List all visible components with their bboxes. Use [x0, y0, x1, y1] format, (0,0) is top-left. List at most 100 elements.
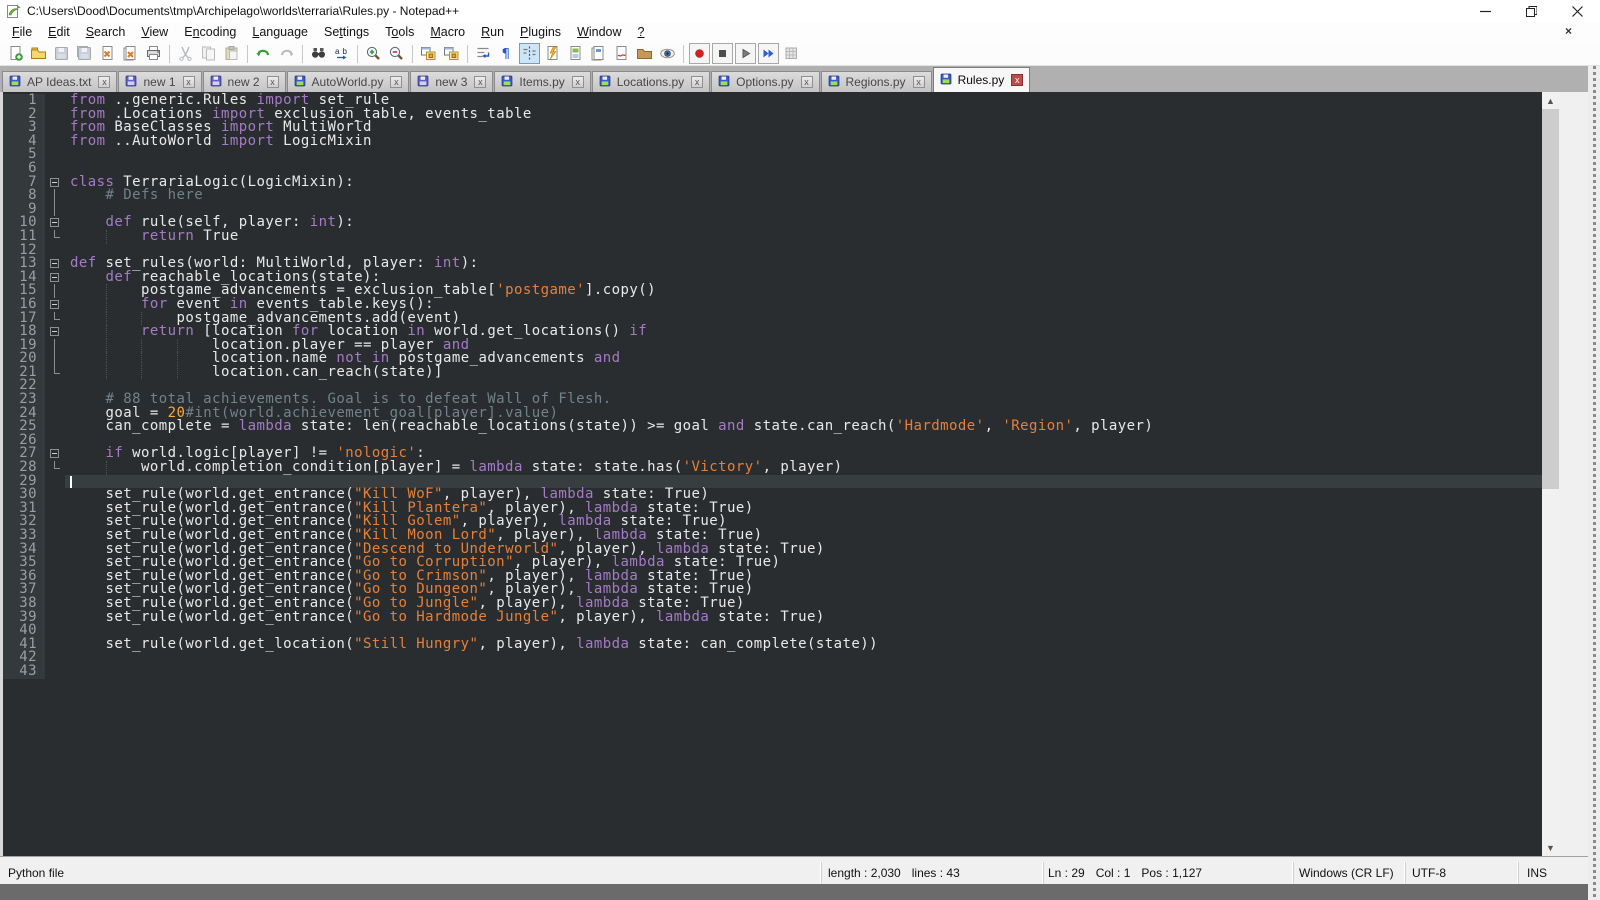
zoom-out-icon[interactable] [386, 43, 407, 64]
macro-save-icon[interactable] [781, 43, 802, 64]
scroll-down-icon[interactable]: ▼ [1542, 839, 1559, 856]
sync-vertical-icon[interactable] [418, 43, 439, 64]
tab-close-icon[interactable]: x [267, 76, 279, 88]
close-button[interactable] [1554, 0, 1600, 22]
print-icon[interactable] [143, 43, 164, 64]
tab-ap-ideas-txt[interactable]: AP Ideas.txtx [2, 71, 117, 92]
tab-rules-py[interactable]: Rules.pyx [933, 67, 1031, 92]
scrollbar-track[interactable] [1542, 109, 1559, 839]
menu-encoding[interactable]: Encoding [176, 23, 244, 41]
menu-window[interactable]: Window [569, 23, 629, 41]
code-text[interactable]: # Defs here [65, 189, 1542, 203]
tab-close-icon[interactable]: x [801, 76, 813, 88]
code-text[interactable]: from ..AutoWorld import LogicMixin [65, 135, 1542, 149]
word-wrap-icon[interactable] [473, 43, 494, 64]
fold-collapse-icon[interactable] [45, 271, 65, 285]
code-text[interactable] [65, 148, 1542, 162]
fold-collapse-icon[interactable] [45, 298, 65, 312]
tab-close-icon[interactable]: x [572, 76, 584, 88]
tab-autoworld-py[interactable]: AutoWorld.pyx [287, 71, 410, 92]
fold-collapse-icon[interactable] [45, 216, 65, 230]
fold-collapse-icon[interactable] [45, 257, 65, 271]
tab-items-py[interactable]: Items.pyx [494, 71, 590, 92]
status-encoding[interactable]: UTF-8 [1406, 862, 1519, 884]
view-current-file-icon[interactable] [657, 43, 678, 64]
code-text[interactable] [65, 665, 1542, 679]
undo-icon[interactable] [253, 43, 274, 64]
indent-guide-icon[interactable] [519, 43, 540, 64]
tab-new-2[interactable]: new 2x [203, 71, 286, 92]
tab-close-icon[interactable]: x [1011, 74, 1023, 86]
tab-close-icon[interactable]: x [183, 76, 195, 88]
menu-file[interactable]: File [4, 23, 40, 41]
code-area[interactable]: 1from ..generic.Rules import set_rule2fr… [3, 92, 1542, 856]
menu-run[interactable]: Run [473, 23, 512, 41]
tab-new-1[interactable]: new 1x [118, 71, 201, 92]
status-eol-format[interactable]: Windows (CR LF) [1294, 862, 1406, 884]
menu-?[interactable]: ? [630, 23, 653, 41]
close-all-icon[interactable] [120, 43, 141, 64]
save-all-icon[interactable] [74, 43, 95, 64]
tab-options-py[interactable]: Options.pyx [711, 71, 819, 92]
macro-run-multiple-icon[interactable] [758, 43, 779, 64]
macro-play-icon[interactable] [735, 43, 756, 64]
save-icon[interactable] [51, 43, 72, 64]
doc-close-icon[interactable]: × [1565, 24, 1572, 38]
redo-icon[interactable] [276, 43, 297, 64]
line-number[interactable]: 7 [3, 176, 45, 190]
macro-stop-icon[interactable] [712, 43, 733, 64]
code-text[interactable]: set_rule(world.get_location("Still Hungr… [65, 638, 1542, 652]
line-number[interactable]: 43 [3, 665, 45, 679]
document-map-icon[interactable] [565, 43, 586, 64]
cut-icon[interactable] [175, 43, 196, 64]
code-text[interactable]: return True [65, 230, 1542, 244]
tab-close-icon[interactable]: x [474, 76, 486, 88]
restore-button[interactable] [1508, 0, 1554, 22]
line-number[interactable]: 8 [3, 189, 45, 203]
open-folder-icon[interactable] [28, 43, 49, 64]
show-all-characters-icon[interactable]: ¶ [496, 43, 517, 64]
minimize-button[interactable] [1462, 0, 1508, 22]
document-switcher-icon[interactable] [588, 43, 609, 64]
scrollbar-thumb[interactable] [1542, 109, 1559, 489]
tab-close-icon[interactable]: x [691, 76, 703, 88]
macro-record-icon[interactable] [689, 43, 710, 64]
line-number[interactable]: 1 [3, 94, 45, 108]
scroll-up-icon[interactable]: ▲ [1542, 92, 1559, 109]
line-number[interactable]: 2 [3, 108, 45, 122]
tab-regions-py[interactable]: Regions.pyx [821, 71, 932, 92]
paste-icon[interactable] [221, 43, 242, 64]
vertical-scrollbar[interactable]: ▲ ▼ [1542, 92, 1559, 856]
code-text[interactable]: set_rule(world.get_entrance("Go to Hardm… [65, 611, 1542, 625]
menu-plugins[interactable]: Plugins [512, 23, 569, 41]
menu-edit[interactable]: Edit [40, 23, 78, 41]
code-text[interactable]: class TerrariaLogic(LogicMixin): [65, 176, 1542, 190]
editor[interactable]: 1from ..generic.Rules import set_rule2fr… [0, 92, 1600, 856]
replace-icon[interactable]: ab [331, 43, 352, 64]
tab-locations-py[interactable]: Locations.pyx [592, 71, 710, 92]
menu-search[interactable]: Search [78, 23, 134, 41]
menu-macro[interactable]: Macro [422, 23, 473, 41]
tab-close-icon[interactable]: x [390, 76, 402, 88]
find-icon[interactable] [308, 43, 329, 64]
tab-close-icon[interactable]: x [98, 76, 110, 88]
fold-collapse-icon[interactable] [45, 447, 65, 461]
function-list-icon[interactable] [542, 43, 563, 64]
fold-collapse-icon[interactable] [45, 325, 65, 339]
close-file-icon[interactable] [97, 43, 118, 64]
new-file-icon[interactable] [5, 43, 26, 64]
code-text[interactable]: world.completion_condition[player] = lam… [65, 461, 1542, 475]
tab-close-icon[interactable]: x [913, 76, 925, 88]
fold-collapse-icon[interactable] [45, 176, 65, 190]
line-number[interactable]: 6 [3, 162, 45, 176]
menu-language[interactable]: Language [244, 23, 316, 41]
code-text[interactable]: can_complete = lambda state: len(reachab… [65, 420, 1542, 434]
copy-icon[interactable] [198, 43, 219, 64]
menu-tools[interactable]: Tools [377, 23, 422, 41]
zoom-in-icon[interactable] [363, 43, 384, 64]
menu-settings[interactable]: Settings [316, 23, 377, 41]
folder-as-workspace-icon[interactable] [634, 43, 655, 64]
line-number[interactable]: 3 [3, 121, 45, 135]
function-signature-icon[interactable] [611, 43, 632, 64]
line-number[interactable]: 4 [3, 135, 45, 149]
